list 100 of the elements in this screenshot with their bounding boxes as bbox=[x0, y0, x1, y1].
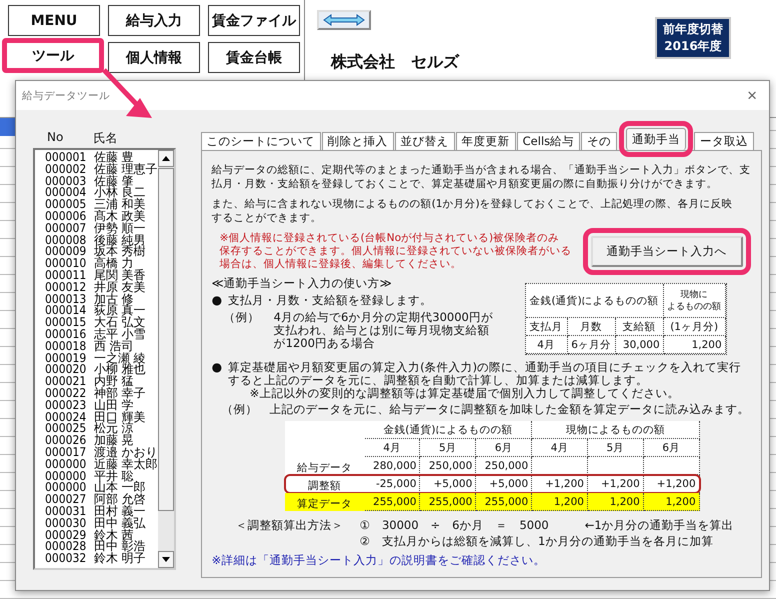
company-name: 株式会社 セルズ bbox=[330, 52, 460, 73]
tab[interactable]: 年度更新 bbox=[456, 132, 516, 150]
employee-number: 000020 bbox=[45, 364, 86, 376]
employee-name[interactable]: 佐藤 理恵子 bbox=[94, 164, 158, 176]
detail-note: ※詳細は「通勤手当シート入力」の説明書をご確認ください。 bbox=[212, 553, 546, 568]
employee-name[interactable]: 田中 義弘 bbox=[94, 518, 146, 530]
table-cell: 1,200 bbox=[664, 336, 726, 354]
table-cell: 250,000 bbox=[420, 457, 476, 475]
table-cell: 6ヶ月分 bbox=[568, 336, 616, 354]
employee-number: 000023 bbox=[45, 400, 86, 412]
bullet-text: ● bbox=[212, 361, 222, 374]
tab[interactable]: 並び替え bbox=[394, 132, 455, 150]
employee-name[interactable]: 田村 義一 bbox=[94, 506, 146, 518]
employee-name[interactable]: 井原 友美 bbox=[94, 282, 146, 294]
employee-number: 000024 bbox=[45, 412, 86, 424]
close-button[interactable]: × bbox=[747, 86, 757, 106]
table-cell: 255,000 bbox=[364, 493, 420, 511]
example-text: 上記のデータを元に、給与データに調整額を加味した金額を算定データに読み込みます。 bbox=[270, 403, 750, 416]
employee-name[interactable]: 山田 学 bbox=[94, 400, 134, 412]
employee-number: 000025 bbox=[45, 423, 86, 436]
employee-name[interactable]: 大石 弘文 bbox=[94, 317, 146, 329]
table-cell: 250,000 bbox=[476, 457, 532, 475]
table-cell: 30,000 bbox=[616, 336, 664, 354]
employee-number: 000013 bbox=[45, 294, 86, 306]
employee-name[interactable]: 鈴木 茜 bbox=[94, 530, 134, 542]
employee-name[interactable]: 後藤 純男 bbox=[94, 234, 146, 246]
employee-name[interactable]: 山本 一郎 bbox=[94, 482, 146, 494]
employee-list[interactable] bbox=[33, 148, 176, 570]
employee-name[interactable]: 内野 猛 bbox=[94, 376, 134, 388]
section-heading: ≪通勤手当シート入力の使い方≫ bbox=[212, 277, 393, 290]
employee-name[interactable]: 阿部 允啓 bbox=[94, 494, 146, 506]
table-header: 4月 bbox=[364, 439, 420, 457]
employee-name[interactable]: 田口 輝美 bbox=[94, 412, 146, 424]
employee-number: 000027 bbox=[45, 494, 86, 506]
table-header: 4月 bbox=[532, 439, 588, 457]
employee-name[interactable]: 志平 小雪 bbox=[94, 328, 146, 341]
table-cell: 255,000 bbox=[476, 493, 532, 511]
menu-button[interactable]: ツール bbox=[2, 38, 104, 73]
step-note: ※上記以外の変則的な調整額等は算定基礎届で個別入力して調整してください。 bbox=[248, 387, 680, 400]
employee-name[interactable]: 小柳 雅也 bbox=[94, 364, 146, 376]
employee-name[interactable]: 佐藤 豊 bbox=[94, 152, 134, 164]
swap-button[interactable] bbox=[317, 10, 371, 30]
table-header: 支払月 bbox=[526, 318, 568, 336]
menu-button[interactable]: 賃金ファイル bbox=[208, 5, 300, 36]
table-header: (1ヶ月分) bbox=[664, 318, 726, 336]
employee-name[interactable]: 髙木 政美 bbox=[94, 210, 146, 223]
scrollbar[interactable] bbox=[158, 150, 174, 568]
menu-button[interactable]: 個人情報 bbox=[108, 42, 200, 73]
step-text: 支払月・月数・支給額を登録します。 bbox=[228, 294, 432, 307]
employee-name[interactable]: 荻原 真一 bbox=[94, 305, 146, 318]
employee-number: 000022 bbox=[45, 388, 86, 400]
employee-number: 000010 bbox=[45, 258, 86, 270]
table-cell: 1,200 bbox=[588, 493, 644, 511]
year-switch-button[interactable]: 前年度切替 2016年度 bbox=[655, 17, 731, 59]
menu-button[interactable]: 給与入力 bbox=[108, 5, 200, 36]
method-label: ＜調整額算出方法＞ bbox=[236, 519, 344, 532]
employee-name[interactable]: 西 浩司 bbox=[94, 340, 134, 353]
tab[interactable]: その bbox=[581, 132, 618, 150]
employee-name[interactable]: 渡邉 かおり bbox=[94, 446, 158, 459]
employee-number: 000019 bbox=[45, 352, 86, 364]
example-label: （例） bbox=[222, 403, 258, 416]
employee-name[interactable]: 坂本 秀樹 bbox=[94, 246, 146, 258]
table-header: 5月 bbox=[588, 439, 644, 457]
employee-name[interactable]: 鈴木 明子 bbox=[94, 553, 146, 565]
employee-name[interactable]: 高橋 力 bbox=[94, 258, 134, 270]
menu-button[interactable]: 賃金台帳 bbox=[208, 42, 300, 73]
employee-name[interactable]: 尾関 美香 bbox=[94, 270, 146, 282]
employee-number: 000000 bbox=[45, 482, 86, 494]
tab[interactable]: Cells給与 bbox=[516, 132, 580, 150]
employee-name[interactable]: 三浦 和美 bbox=[94, 199, 146, 211]
menu-button[interactable]: MENU bbox=[8, 5, 100, 36]
tab[interactable]: ータ取込 bbox=[694, 132, 754, 150]
employee-name[interactable]: 一之瀬 綾 bbox=[94, 352, 146, 364]
table-header: 5月 bbox=[420, 439, 476, 457]
employee-number: 000002 bbox=[45, 164, 86, 176]
employee-number: 000016 bbox=[45, 328, 86, 341]
table-cell: 4月 bbox=[526, 336, 568, 354]
tab[interactable]: このシートについて bbox=[200, 132, 321, 150]
table-header: 現物によるものの額 bbox=[532, 421, 700, 439]
employee-number: 000008 bbox=[45, 234, 86, 246]
employee-name[interactable]: 佐藤 肇 bbox=[94, 176, 134, 188]
employee-number: 000028 bbox=[45, 541, 86, 554]
row-label: 給与データ bbox=[296, 461, 354, 475]
employee-name[interactable]: 伊勢 順一 bbox=[94, 222, 146, 235]
tab[interactable]: 削除と挿入 bbox=[322, 132, 394, 150]
employee-name[interactable]: 田中 彰浩 bbox=[94, 541, 146, 554]
employee-number: 000005 bbox=[45, 199, 86, 211]
example-text: 4月の給与で6か月分の定期代30000円が 支払われ、給与とは別に毎月現物支給額 が1200円ある場合 bbox=[274, 311, 493, 350]
employee-name[interactable]: 神部 幸子 bbox=[94, 388, 146, 400]
description-text: 給与データの総額に、定期代等のまとまった通勤手当が含まれる場合、「通勤手当シート入力」ボタンで、支 払月・月数・支給額を登録しておくことで、算定基礎届や月額変更届の際に自動振り分けができます。 bbox=[212, 163, 751, 191]
employee-name[interactable]: 加藤 晃 bbox=[94, 435, 134, 447]
employee-name[interactable]: 加古 修 bbox=[94, 294, 134, 306]
employee-name[interactable]: 松元 涼 bbox=[94, 423, 134, 436]
table-cell: 1,200 bbox=[644, 493, 700, 511]
employee-name[interactable]: 近藤 幸太郎 bbox=[94, 458, 158, 471]
bullet-text: ● bbox=[212, 294, 222, 307]
employee-number: 000031 bbox=[45, 506, 86, 518]
employee-name[interactable]: 平井 聡 bbox=[94, 470, 134, 482]
method-step: ② 支払月からは総額を減算し、1か月分の通勤手当を各月に加算 bbox=[360, 535, 734, 548]
employee-number: 000029 bbox=[45, 530, 86, 542]
